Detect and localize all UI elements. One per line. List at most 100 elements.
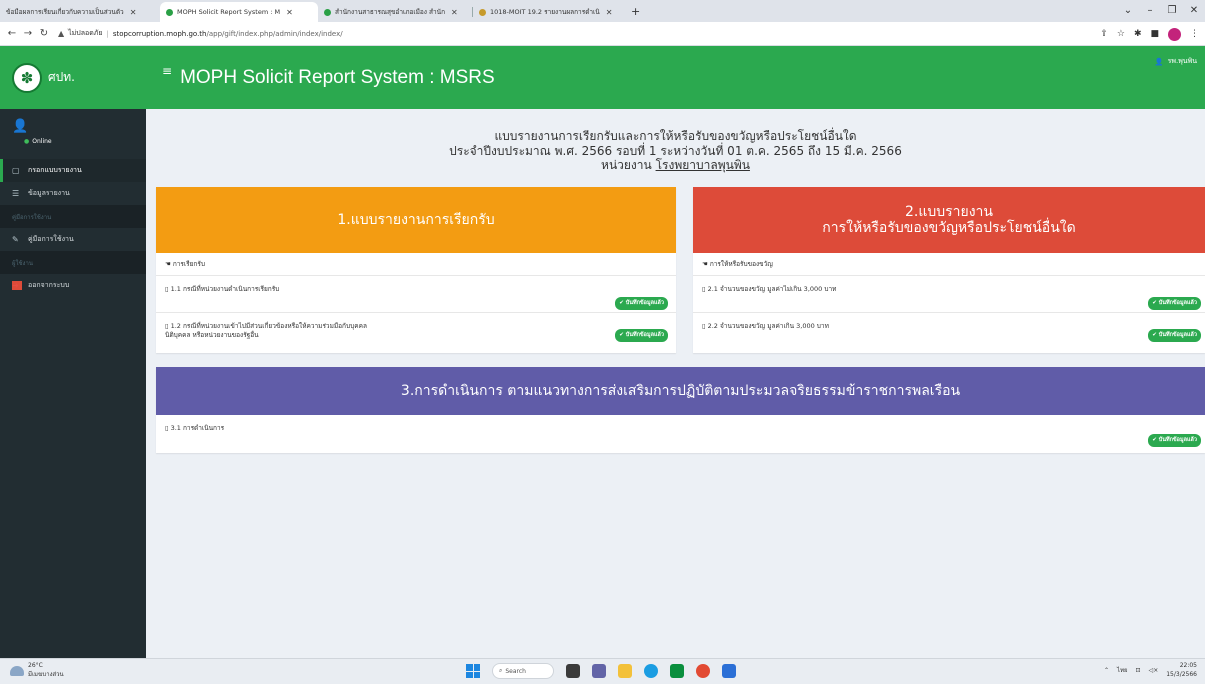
sidebar-item-label: ออกจากระบบ [28,281,70,289]
bookmark-star-icon[interactable]: ☆ [1117,29,1125,39]
file-explorer-icon[interactable] [618,664,632,678]
chrome-icon[interactable] [696,664,710,678]
restore-icon[interactable]: ❐ [1161,5,1183,16]
menu-kebab-icon[interactable]: ⋮ [1190,29,1199,39]
card-subtitle: ☚ การเรียกรับ [156,253,676,276]
weather-icon [10,665,24,676]
report-row[interactable]: ▯ 1.1 กรณีที่หน่วยงานดำเนินการเรียกรับ ✔ … [156,276,676,313]
sidepanel-icon[interactable]: ■ [1150,29,1159,39]
edge-icon[interactable] [644,664,658,678]
report-row[interactable]: ▯ 1.2 กรณีที่หน่วยงานเข้าไปมีส่วนเกี่ยวข้… [156,313,676,352]
status-label: บันทึกข้อมูลแล้ว [1158,300,1197,306]
row-label: 1.1 กรณีที่หน่วยงานดำเนินการเรียกรับ [170,285,280,293]
browser-tab-label: 1018-MOIT 19.2 รายงานผลการดำเนิ [490,8,600,16]
security-label: ไม่ปลอดภัย [68,29,103,37]
browser-tab-active[interactable]: MOPH Solicit Report System : M ✕ [160,2,318,22]
menu-toggle-icon[interactable]: ≡ [162,64,172,78]
url-field[interactable]: ▲ ไม่ปลอดภัย | stopcorruption.moph.go.th… [58,28,343,39]
window-controls: ⌄ – ❐ ✕ [1117,0,1205,20]
url-path: /app/gift/index.php/admin/index/index/ [206,29,343,38]
tray-overflow-icon[interactable]: ⌃ [1104,667,1109,674]
user-menu[interactable]: 👤 รพ.พุนพิน [1155,56,1197,67]
list-icon: ☰ [12,189,20,198]
status-label: บันทึกข้อมูลแล้ว [1158,437,1197,443]
tab-search-icon[interactable]: ⌄ [1117,5,1139,16]
network-icon[interactable]: ⊡ [1136,667,1141,674]
close-tab-icon[interactable]: ✕ [286,8,293,17]
lang-indicator[interactable]: ไทย [1117,665,1128,675]
document-icon: ▯ [702,285,706,293]
row-label: 3.1 การดำเนินการ [170,424,225,432]
status-dot-icon: ● [24,138,30,145]
browser-tab[interactable]: สำนักงานสาธารณสุขอำเภอเมือง สำนัก ✕ [318,2,472,22]
clock[interactable]: 22:05 15/3/2566 [1166,661,1197,679]
status-badge[interactable]: ✔ บันทึกข้อมูลแล้ว [615,329,668,342]
document-icon: ▯ [165,322,169,330]
report-row[interactable]: ▯ 2.1 จำนวนของขวัญ มูลค่าไม่เกิน 3,000 บา… [693,276,1205,313]
search-icon: ⌕ [499,667,503,674]
url-separator: | [106,29,109,38]
back-icon[interactable]: ← [4,28,20,39]
card-subtitle-label: การเรียกรับ [172,260,205,268]
sidebar-item-report-data[interactable]: ☰ ข้อมูลรายงาน [0,182,146,205]
status-badge[interactable]: ✔ บันทึกข้อมูลแล้ว [615,297,668,310]
chat-icon[interactable] [592,664,606,678]
sidebar-item-logout[interactable]: ➜ ออกจากระบบ [0,274,146,297]
extensions-icon[interactable]: ✱ [1134,29,1142,39]
word-icon[interactable] [722,664,736,678]
status-label: บันทึกข้อมูลแล้ว [625,332,664,338]
taskbar-search[interactable]: ⌕ Search [492,663,554,679]
status-badge[interactable]: ✔ บันทึกข้อมูลแล้ว [1148,434,1201,447]
warning-icon: ▲ [58,29,65,38]
card-subtitle-label: การให้หรือรับของขวัญ [709,260,773,268]
favicon-icon [324,8,331,16]
row-label-line2: นิติบุคคล หรือหน่วยงานของรัฐอื่น [165,331,259,339]
browser-tab-bar: ข้อมือผลการเรียนเกี่ยวกับความเป็นส่วนตัว… [0,0,1205,22]
unit-prefix: หน่วยงาน [601,158,652,172]
card-solicit-report: 1.แบบรายงานการเรียกรับ ☚ การเรียกรับ ▯ 1.1… [156,187,676,353]
browser-tab[interactable]: 1018-MOIT 19.2 รายงานผลการดำเนิ ✕ [473,2,623,22]
brand[interactable]: ✽ ศปท. [0,46,146,109]
weather-desc: มีเมฆบางส่วน [28,671,64,678]
book-icon: ✎ [12,235,19,244]
minimize-icon[interactable]: – [1139,5,1161,16]
status-badge[interactable]: ✔ บันทึกข้อมูลแล้ว [1148,297,1201,310]
task-view-icon[interactable] [566,664,580,678]
unit-name-link[interactable]: โรงพยาบาลพุนพิน [656,158,750,172]
reload-icon[interactable]: ↻ [36,28,52,39]
profile-avatar-icon[interactable] [1168,27,1181,41]
logout-icon: ➜ [12,281,22,290]
new-tab-button[interactable]: + [623,5,648,22]
sidebar-item-manual[interactable]: ✎ คู่มือการใช้งาน [0,228,146,251]
share-icon[interactable]: ⇪ [1100,29,1108,39]
status-label: บันทึกข้อมูลแล้ว [1158,332,1197,338]
online-label: Online [32,138,52,145]
close-window-icon[interactable]: ✕ [1183,5,1205,16]
favicon-icon [479,8,486,16]
report-title: แบบรายงานการเรียกรับและการให้หรือรับของข… [494,129,857,143]
close-tab-icon[interactable]: ✕ [606,8,613,17]
browser-tab[interactable]: ข้อมือผลการเรียนเกี่ยวกับความเป็นส่วนตัว… [0,2,160,22]
status-badge[interactable]: ✔ บันทึกข้อมูลแล้ว [1148,329,1201,342]
top-header: ≡ MOPH Solicit Report System : MSRS 👤 รพ… [146,46,1205,109]
report-row[interactable]: ▯ 2.2 จำนวนของขวัญ มูลค่าเกิน 3,000 บาท ✔… [693,313,1205,352]
hand-icon: ☚ [702,260,708,268]
report-row[interactable]: ▯ 3.1 การดำเนินการ ✔ บันทึกข้อมูลแล้ว [156,415,1205,453]
card-title: 1.แบบรายงานการเรียกรับ [156,187,676,253]
volume-icon[interactable]: ◁× [1149,667,1159,674]
sidebar-item-label: คู่มือการใช้งาน [28,235,74,243]
forward-icon[interactable]: → [20,28,36,39]
close-tab-icon[interactable]: ✕ [451,8,458,17]
moph-logo-icon: ✽ [12,62,42,93]
card-gift-report: 2.แบบรายงาน การให้หรือรับของขวัญหรือประโ… [693,187,1205,353]
start-icon[interactable] [466,664,480,678]
report-unit: หน่วยงาน โรงพยาบาลพุนพิน [146,158,1205,173]
sidebar-item-fill-report[interactable]: ▢ กรอกแบบรายงาน [0,159,146,182]
close-tab-icon[interactable]: ✕ [130,8,137,17]
system-tray: ⌃ ไทย ⊡ ◁× 22:05 15/3/2566 [1104,661,1197,679]
line-icon[interactable] [670,664,684,678]
user-icon: 👤 [12,119,29,134]
taskbar-apps: ⌕ Search [466,663,736,679]
browser-tab-label: MOPH Solicit Report System : M [177,8,281,16]
weather-widget[interactable]: 26°C มีเมฆบางส่วน [10,662,64,679]
